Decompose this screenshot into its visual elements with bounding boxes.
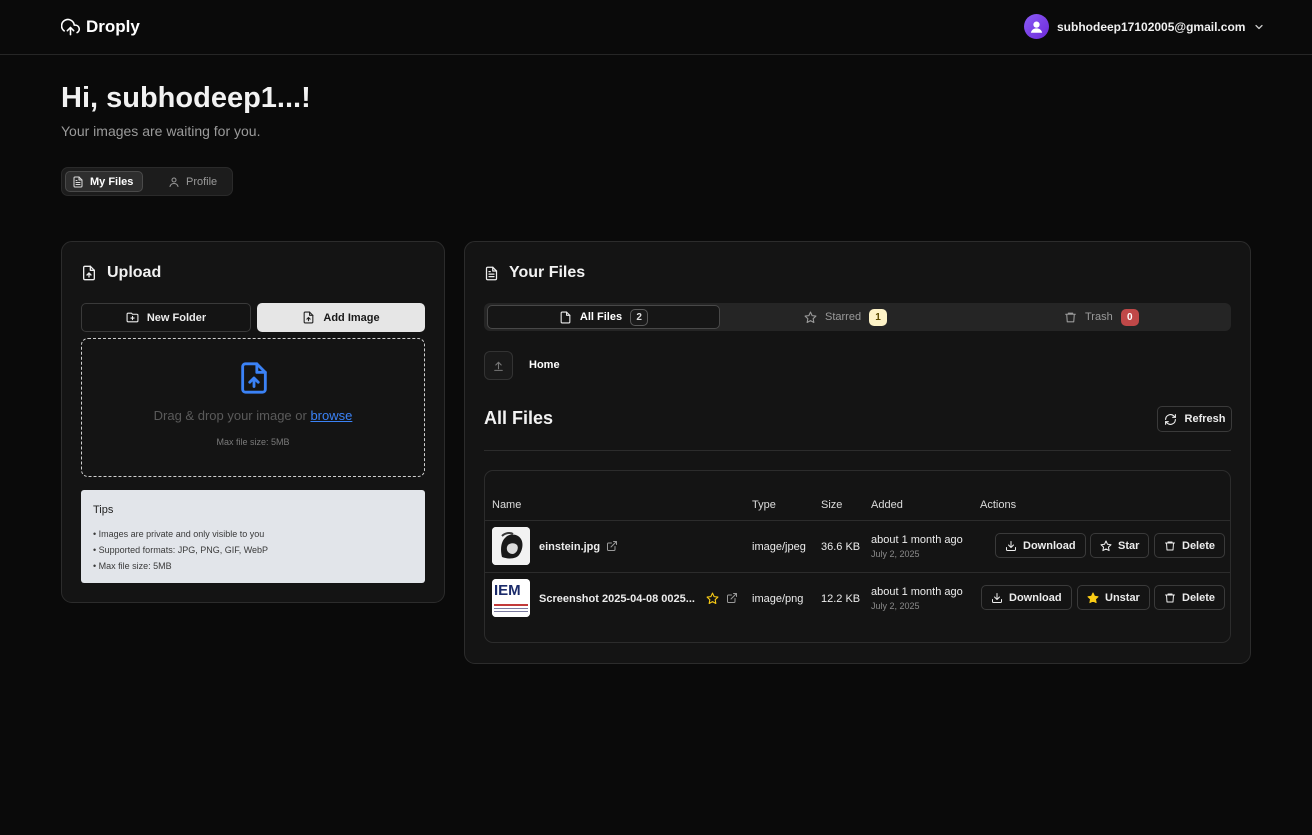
thumbnail-logo-text: IEM <box>494 582 521 599</box>
tips-list: • Images are private and only visible to… <box>93 526 268 574</box>
file-added: about 1 month ago July 2, 2025 <box>871 586 963 611</box>
star-icon <box>1100 540 1112 552</box>
arrow-up-icon <box>492 359 505 372</box>
tab-trash[interactable]: Trash 0 <box>1064 305 1139 329</box>
portrait-thumbnail-icon <box>492 527 530 565</box>
brand-logo[interactable]: Droply <box>61 17 140 37</box>
download-button[interactable]: Download <box>995 533 1086 558</box>
page-title: Hi, subhodeep1...! <box>61 82 311 114</box>
column-header-type: Type <box>752 499 776 511</box>
user-menu[interactable]: subhodeep17102005@gmail.com <box>1024 14 1265 39</box>
column-header-size: Size <box>821 499 843 511</box>
delete-button[interactable]: Delete <box>1154 585 1226 610</box>
file-thumbnail[interactable]: IEM <box>492 579 530 617</box>
list-item: • Images are private and only visible to… <box>93 529 265 539</box>
refresh-button[interactable]: Refresh <box>1157 406 1232 432</box>
upload-card-title: Upload <box>81 264 161 282</box>
tips-box: Tips • Images are private and only visib… <box>81 490 425 583</box>
brand-name: Droply <box>86 17 140 36</box>
browse-link[interactable]: browse <box>310 408 352 423</box>
added-relative: about 1 month ago <box>871 534 963 546</box>
delete-button[interactable]: Delete <box>1154 533 1226 558</box>
top-navigation-bar: Droply subhodeep17102005@gmail.com <box>0 0 1312 55</box>
starred-count-badge: 1 <box>869 308 888 326</box>
navigate-up-button[interactable] <box>484 351 513 380</box>
table-row: einstein.jpg image/jpeg 36.6 KB about 1 … <box>485 520 1230 572</box>
trash-count-badge: 0 <box>1120 308 1139 326</box>
added-date: July 2, 2025 <box>871 601 920 611</box>
files-card-title: Your Files <box>484 264 585 282</box>
trash-icon <box>1164 540 1176 552</box>
section-title: All Files <box>484 408 554 428</box>
column-header-name: Name <box>492 499 522 511</box>
new-folder-button[interactable]: New Folder <box>81 303 251 332</box>
file-upload-icon <box>302 311 315 324</box>
download-icon <box>991 592 1003 604</box>
file-text-icon <box>484 266 499 281</box>
user-email: subhodeep17102005@gmail.com <box>1057 19 1246 34</box>
main-tabs: My Files Profile <box>61 167 233 196</box>
folder-plus-icon <box>126 311 139 324</box>
file-type: image/png <box>752 593 804 605</box>
file-name[interactable]: Screenshot 2025-04-08 0025... <box>539 593 695 605</box>
tab-label: My Files <box>90 175 134 188</box>
cloud-upload-icon <box>61 18 80 37</box>
image-dropzone[interactable]: Drag & drop your image or browse Max fil… <box>81 338 425 477</box>
file-text-icon <box>72 176 84 188</box>
all-files-count-badge: 2 <box>630 308 649 326</box>
column-header-added: Added <box>871 499 903 511</box>
list-item: • Supported formats: JPG, PNG, GIF, WebP <box>93 545 269 555</box>
tab-starred[interactable]: Starred 1 <box>804 305 888 329</box>
star-button[interactable]: Star <box>1090 533 1150 558</box>
external-link-icon[interactable] <box>726 592 738 604</box>
upload-card: Upload New Folder Add Image Drag & drop … <box>61 241 445 603</box>
trash-icon <box>1164 592 1176 604</box>
file-upload-icon <box>237 359 271 397</box>
tab-label: Profile <box>186 175 218 188</box>
max-size-note: Max file size: 5MB <box>216 437 290 447</box>
tab-all-files[interactable]: All Files 2 <box>487 305 720 329</box>
trash-icon <box>1064 311 1077 324</box>
add-image-button[interactable]: Add Image <box>257 303 425 332</box>
tab-profile[interactable]: Profile <box>168 171 217 192</box>
files-table: Name Type Size Added Actions einstein.jp… <box>484 470 1231 643</box>
file-thumbnail[interactable] <box>492 527 530 565</box>
starred-icon <box>706 592 719 605</box>
file-size: 12.2 KB <box>821 593 861 605</box>
file-size: 36.6 KB <box>821 541 861 553</box>
external-link-icon[interactable] <box>606 540 618 552</box>
unstar-button[interactable]: Unstar <box>1077 585 1150 610</box>
avatar <box>1024 14 1049 39</box>
section-divider <box>484 450 1231 451</box>
refresh-icon <box>1164 413 1177 426</box>
file-upload-icon <box>81 265 97 281</box>
download-button[interactable]: Download <box>981 585 1072 610</box>
download-icon <box>1005 540 1017 552</box>
column-header-actions: Actions <box>980 499 1017 511</box>
tab-my-files[interactable]: My Files <box>65 171 143 192</box>
file-type: image/jpeg <box>752 541 806 553</box>
file-icon <box>559 311 572 324</box>
file-filter-tabs: All Files 2 Starred 1 Trash 0 <box>484 303 1231 331</box>
tips-title: Tips <box>93 504 114 516</box>
page-subtitle: Your images are waiting for you. <box>61 123 261 139</box>
added-relative: about 1 month ago <box>871 586 963 598</box>
added-date: July 2, 2025 <box>871 549 920 559</box>
star-icon <box>804 311 817 324</box>
list-item: • Max file size: 5MB <box>93 561 172 571</box>
table-row: IEM Screenshot 2025-04-08 0025... image/… <box>485 572 1230 624</box>
file-added: about 1 month ago July 2, 2025 <box>871 534 963 559</box>
files-card: Your Files All Files 2 Starred 1 Trash 0 <box>464 241 1251 664</box>
star-filled-icon <box>1087 592 1099 604</box>
user-avatar-icon <box>1030 21 1043 33</box>
user-icon <box>168 176 180 188</box>
dropzone-text: Drag & drop your image or browse <box>153 408 353 423</box>
file-name[interactable]: einstein.jpg <box>539 541 600 553</box>
chevron-down-icon <box>1253 21 1265 33</box>
breadcrumb[interactable]: Home <box>529 359 560 371</box>
